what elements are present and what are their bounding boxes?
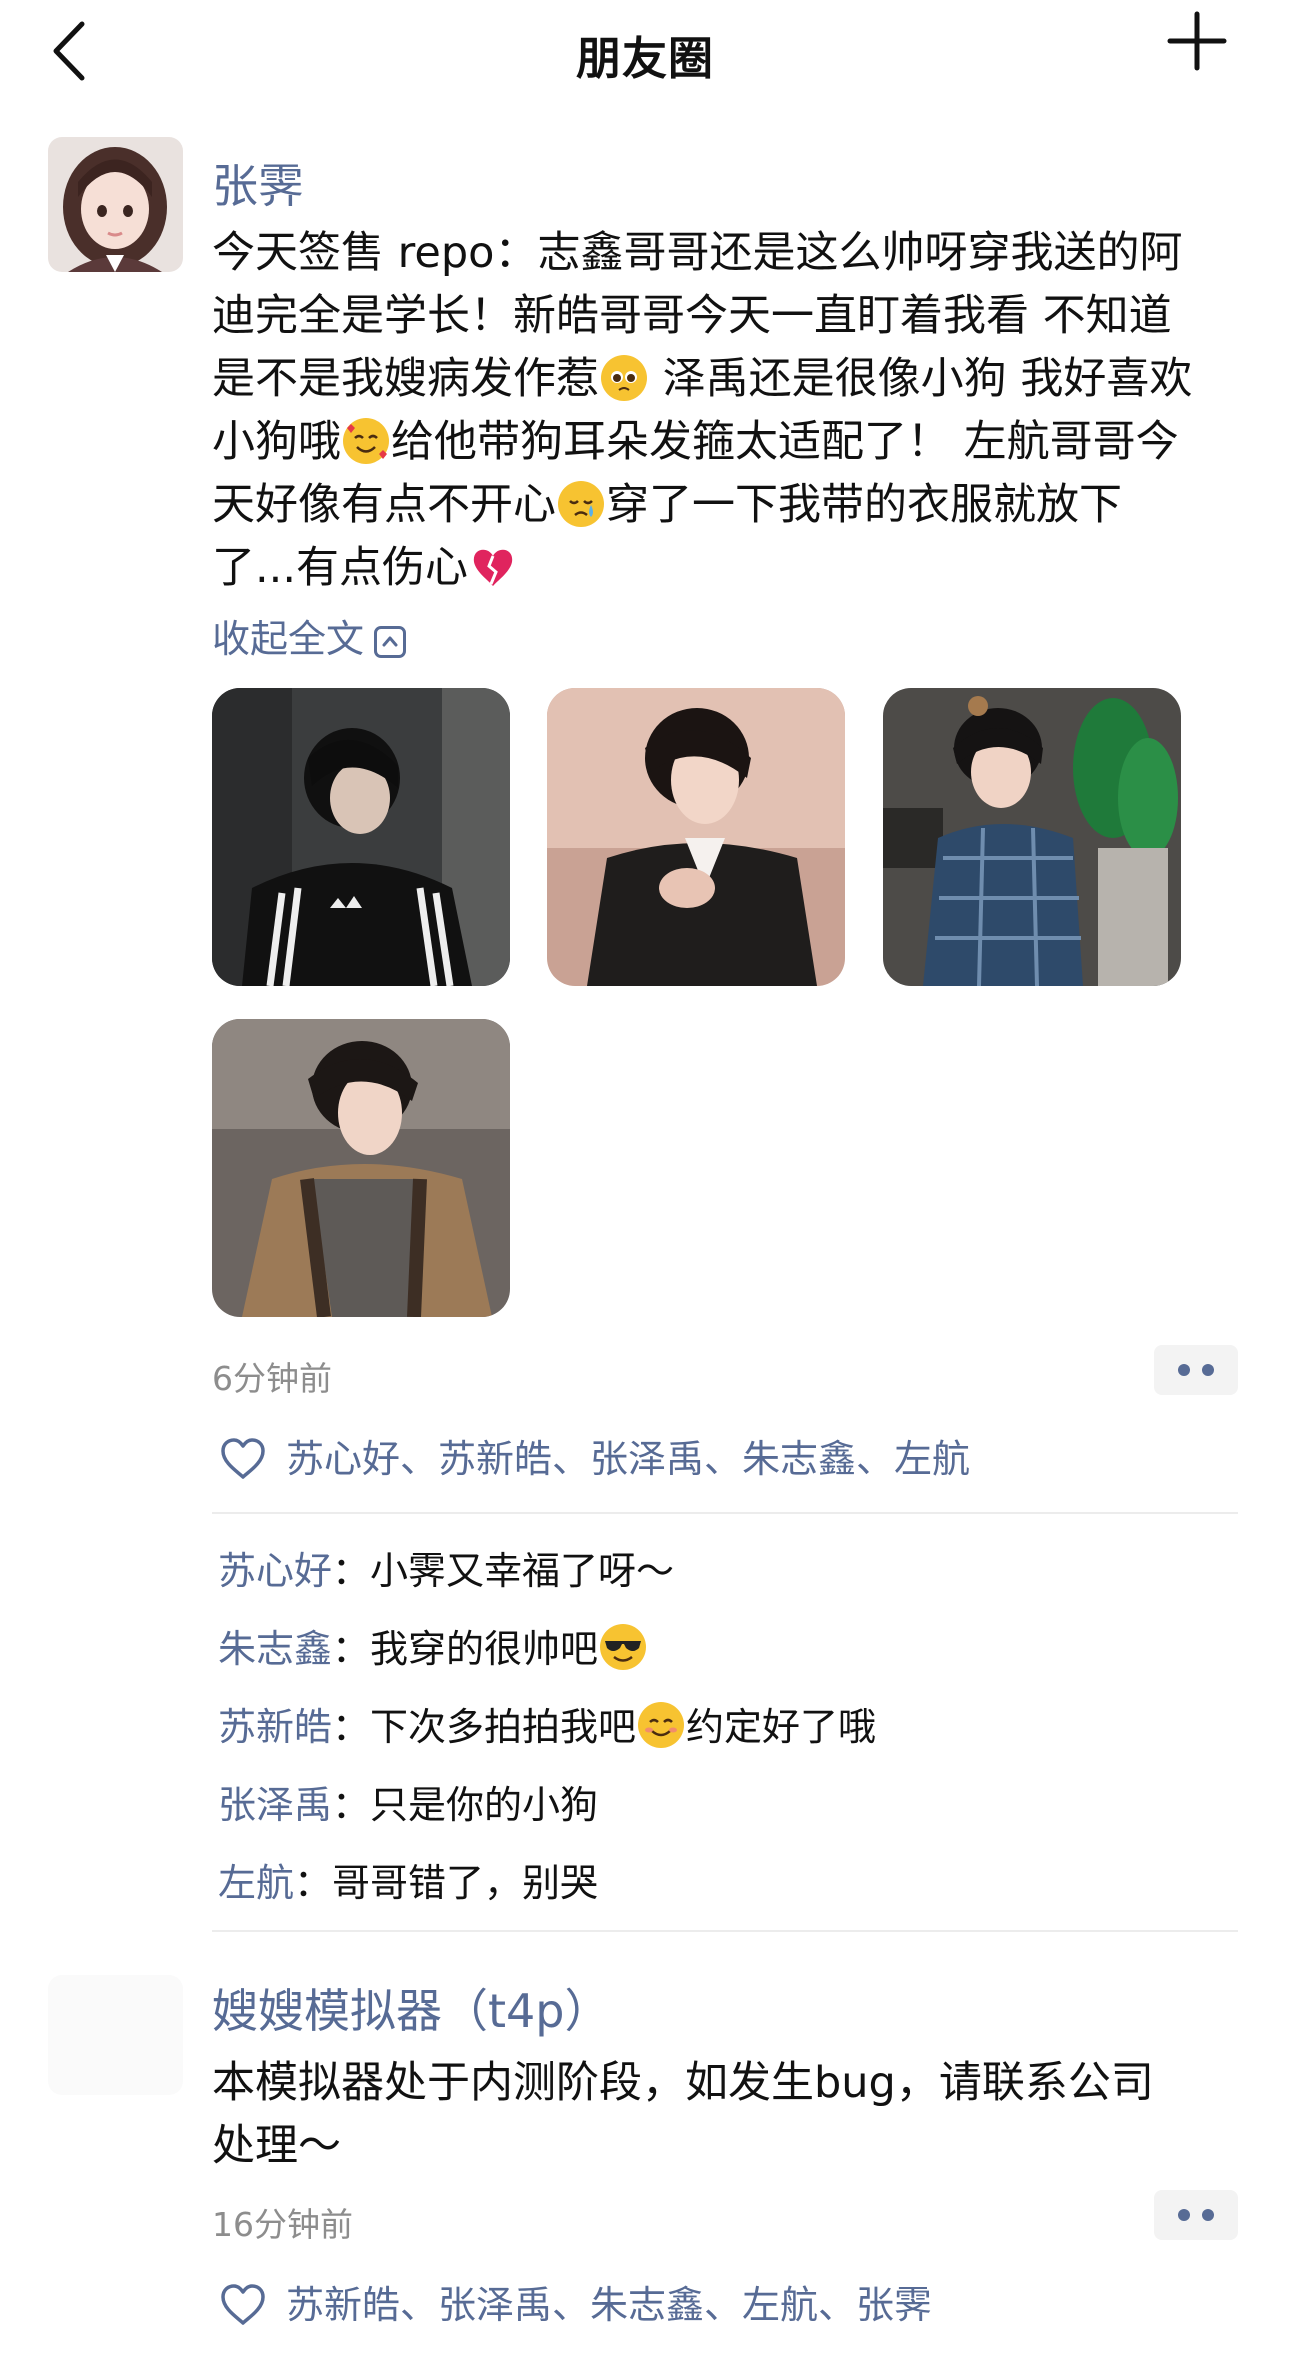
- comment-text: 约定好了哦: [686, 1705, 877, 1749]
- likes-names[interactable]: 苏心好、苏新皓、张泽禹、朱志鑫、左航: [286, 1437, 970, 1481]
- post-photo[interactable]: [883, 688, 1181, 986]
- pleading-face-emoji-icon: [601, 355, 647, 401]
- post-line: 本模拟器处于内测阶段，如发生bug，请联系公司: [212, 2058, 1154, 2108]
- heart-outline-icon[interactable]: [220, 1438, 266, 1480]
- post-timestamp: 6分钟前: [212, 1359, 332, 1398]
- post-text-segment: 天好像有点不开心: [212, 480, 556, 530]
- post-line: 是不是我嫂病发作惹 泽禹还是很像小狗 我好喜欢: [212, 348, 1252, 411]
- comment-author[interactable]: 左航: [218, 1861, 294, 1905]
- comment[interactable]: 张泽禹：只是你的小狗: [218, 1774, 598, 1829]
- comment-author[interactable]: 苏心好: [218, 1549, 332, 1593]
- comment-text: 我穿的很帅吧: [370, 1627, 599, 1671]
- likes-row: 苏心好、苏新皓、张泽禹、朱志鑫、左航: [220, 1428, 970, 1483]
- comment[interactable]: 左航：哥哥错了，别哭: [218, 1852, 598, 1907]
- post-photo[interactable]: [212, 1019, 510, 1317]
- nav-bar: 朋友圈: [0, 0, 1290, 110]
- post-photo[interactable]: [212, 688, 510, 986]
- more-dots-icon[interactable]: [1154, 1345, 1238, 1395]
- post-line: 处理～: [212, 2121, 341, 2171]
- post-line: 今天签售 repo：志鑫哥哥还是这么帅呀穿我送的阿: [212, 228, 1183, 278]
- sunglasses-face-emoji-icon: [600, 1624, 647, 1670]
- more-dots-icon[interactable]: [1154, 2190, 1238, 2240]
- likes-names[interactable]: 苏新皓、张泽禹、朱志鑫、左航、张霁: [286, 2283, 932, 2327]
- comment-text: 哥哥错了，别哭: [332, 1861, 599, 1905]
- comment-author[interactable]: 朱志鑫: [218, 1627, 332, 1671]
- comment-text: 小霁又幸福了呀～: [370, 1549, 675, 1593]
- post-body-text: 本模拟器处于内测阶段，如发生bug，请联系公司 处理～: [212, 2052, 1252, 2178]
- post-text-segment: 小狗哦: [212, 417, 341, 467]
- collapse-label: 收起全文: [212, 617, 365, 661]
- comment-separator: ：: [294, 1861, 333, 1905]
- collapse-full-text-button[interactable]: 收起全文: [212, 608, 407, 663]
- comment[interactable]: 苏新皓：下次多拍拍我吧 约定好了哦: [218, 1696, 876, 1751]
- plus-icon[interactable]: [1166, 10, 1228, 72]
- post-text-segment: 给他带狗耳朵发箍太适配了！ 左航哥哥今: [391, 417, 1179, 467]
- divider: [212, 1930, 1238, 1932]
- avatar[interactable]: [48, 1975, 183, 2095]
- likes-row: 苏新皓、张泽禹、朱志鑫、左航、张霁: [220, 2274, 932, 2329]
- comment-author[interactable]: 张泽禹: [218, 1783, 332, 1827]
- comment-separator: ：: [332, 1627, 371, 1671]
- crying-face-emoji-icon: [558, 481, 604, 527]
- broken-heart-emoji-icon: [470, 544, 516, 590]
- comment-separator: ：: [332, 1549, 371, 1593]
- post-line: 了...有点伤心: [212, 537, 1252, 600]
- post-author-name[interactable]: 张霁: [212, 150, 304, 216]
- page-title: 朋友圈: [575, 32, 714, 85]
- avatar[interactable]: [48, 137, 183, 272]
- post-line: 天好像有点不开心 穿了一下我带的衣服就放下: [212, 474, 1252, 537]
- smiling-face-with-hearts-emoji-icon: [343, 418, 389, 464]
- comment-separator: ：: [332, 1705, 371, 1749]
- comment-text: 下次多拍拍我吧: [370, 1705, 637, 1749]
- post-author-name[interactable]: 嫂嫂模拟器（t4p）: [212, 1975, 611, 2041]
- comment[interactable]: 苏心好：小霁又幸福了呀～: [218, 1540, 674, 1595]
- post-line: 小狗哦 给他带狗耳朵发箍太适配了！ 左航哥哥今: [212, 411, 1252, 474]
- post-line: 迪完全是学长！新皓哥哥今天一直盯着我看 不知道: [212, 291, 1172, 341]
- comment-text: 只是你的小狗: [370, 1783, 599, 1827]
- post-text-segment: 泽禹还是很像小狗 我好喜欢: [649, 354, 1193, 404]
- comment-author[interactable]: 苏新皓: [218, 1705, 332, 1749]
- post-timestamp: 16分钟前: [212, 2205, 353, 2244]
- comment-separator: ：: [332, 1783, 371, 1827]
- post-text-segment: 穿了一下我带的衣服就放下: [606, 480, 1122, 530]
- comment[interactable]: 朱志鑫：我穿的很帅吧: [218, 1618, 648, 1673]
- post-photo[interactable]: [547, 688, 845, 986]
- chevron-up-box-icon: [374, 626, 407, 658]
- post-body-text: 今天签售 repo：志鑫哥哥还是这么帅呀穿我送的阿 迪完全是学长！新皓哥哥今天一…: [212, 222, 1252, 600]
- divider: [212, 1512, 1238, 1514]
- post-text-segment: 是不是我嫂病发作惹: [212, 354, 599, 404]
- smiling-face-emoji-icon: [638, 1702, 685, 1748]
- heart-outline-icon[interactable]: [220, 2284, 266, 2326]
- post-text-segment: 了...有点伤心: [212, 543, 469, 593]
